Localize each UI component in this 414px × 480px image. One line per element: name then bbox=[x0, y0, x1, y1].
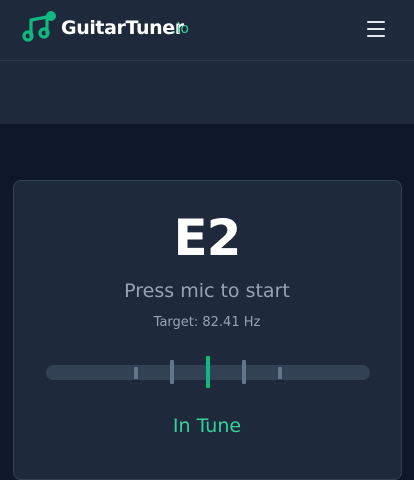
tuning-needle bbox=[206, 356, 210, 388]
menu-button[interactable] bbox=[362, 17, 390, 41]
meter-tick bbox=[278, 367, 282, 379]
app-header: GuitarTuner .io bbox=[0, 0, 414, 61]
meter-tick bbox=[170, 360, 174, 384]
tuning-meter bbox=[46, 356, 370, 388]
note-display: E2 bbox=[173, 209, 242, 267]
tune-state-label: In Tune bbox=[172, 415, 242, 437]
brand-name[interactable]: GuitarTuner bbox=[61, 17, 184, 39]
meter-tick bbox=[134, 367, 138, 379]
sub-header-bar bbox=[0, 61, 414, 124]
status-text: Press mic to start bbox=[124, 280, 290, 302]
music-note-icon[interactable] bbox=[22, 10, 60, 44]
meter-tick bbox=[242, 360, 246, 384]
target-frequency: Target: 82.41 Hz bbox=[153, 315, 261, 330]
hamburger-menu-icon bbox=[367, 21, 385, 37]
brand-tld: .io bbox=[172, 21, 189, 37]
